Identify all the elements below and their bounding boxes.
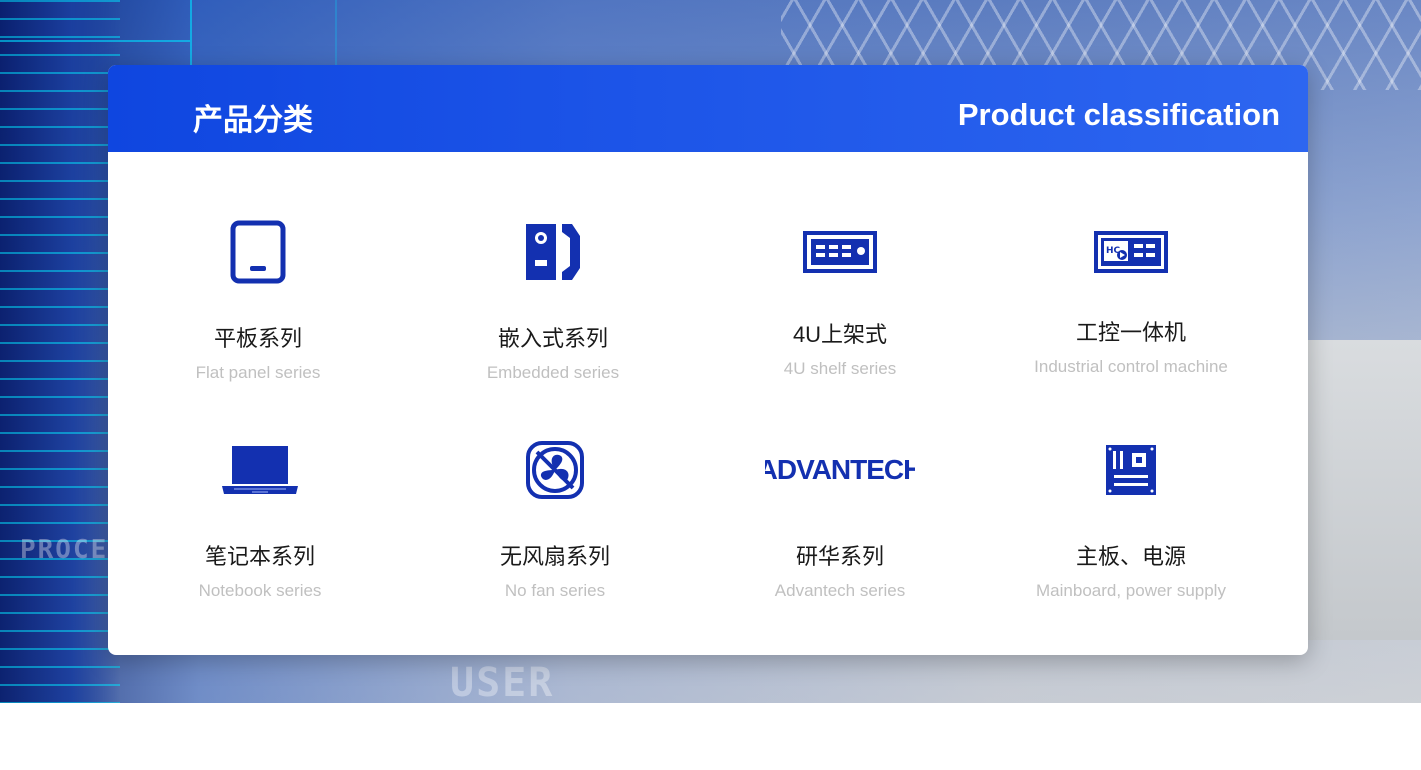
category-name-en: No fan series <box>504 581 606 600</box>
category-name-cn: 嵌入式系列 <box>497 326 608 351</box>
category-name-cn: 笔记本系列 <box>204 544 315 569</box>
advantech-logo: ADVANTECH <box>695 435 985 505</box>
background-line <box>0 40 190 42</box>
category-name-cn: 研华系列 <box>795 544 884 569</box>
rack-4u-icon <box>695 217 985 287</box>
category-name-en: Notebook series <box>198 581 322 600</box>
category-flat-panel[interactable]: 平板系列 Flat panel series <box>113 217 403 383</box>
background-text: USER <box>450 660 555 703</box>
category-name-en: Flat panel series <box>195 363 321 382</box>
background-line <box>335 0 337 70</box>
category-name-cn: 主板、电源 <box>1075 544 1186 569</box>
category-name-cn: 工控一体机 <box>1075 320 1186 345</box>
category-mainboard[interactable]: 主板、电源 Mainboard, power supply <box>986 435 1276 601</box>
mainboard-icon <box>986 435 1276 505</box>
laptop-icon <box>115 435 405 505</box>
no-fan-icon <box>410 435 700 505</box>
category-embedded[interactable]: 嵌入式系列 Embedded series <box>408 217 698 383</box>
category-industrial-control[interactable]: HC 工控一体机 Industrial control machine <box>986 217 1276 377</box>
product-classification-card: 产品分类 Product classification 平板系列 Flat pa… <box>108 65 1308 655</box>
tablet-icon <box>113 217 403 287</box>
category-notebook[interactable]: 笔记本系列 Notebook series <box>115 435 405 601</box>
category-name-en: 4U shelf series <box>783 359 897 378</box>
embedded-pc-icon <box>408 217 698 287</box>
category-name-cn: 平板系列 <box>213 326 302 351</box>
panel-pc-icon: HC <box>986 217 1276 287</box>
category-name-en: Mainboard, power supply <box>1036 581 1226 600</box>
category-advantech[interactable]: ADVANTECH 研华系列 Advantech series <box>695 435 985 601</box>
background-machine <box>1299 340 1421 640</box>
category-name-cn: 4U上架式 <box>792 322 888 347</box>
section-title-cn: 产品分类 <box>193 104 313 137</box>
category-4u-shelf[interactable]: 4U上架式 4U shelf series <box>695 217 985 379</box>
category-name-cn: 无风扇系列 <box>499 544 610 569</box>
category-name-en: Advantech series <box>774 581 906 600</box>
section-title-en: Product classification <box>957 97 1280 132</box>
background-line <box>190 0 192 70</box>
svg-text:ADVANTECH: ADVANTECH <box>765 454 915 485</box>
category-name-en: Embedded series <box>486 363 620 382</box>
category-name-en: Industrial control machine <box>1034 357 1228 376</box>
background-decoration <box>0 0 120 703</box>
card-header: 产品分类 Product classification <box>108 65 1308 152</box>
category-no-fan[interactable]: 无风扇系列 No fan series <box>410 435 700 601</box>
